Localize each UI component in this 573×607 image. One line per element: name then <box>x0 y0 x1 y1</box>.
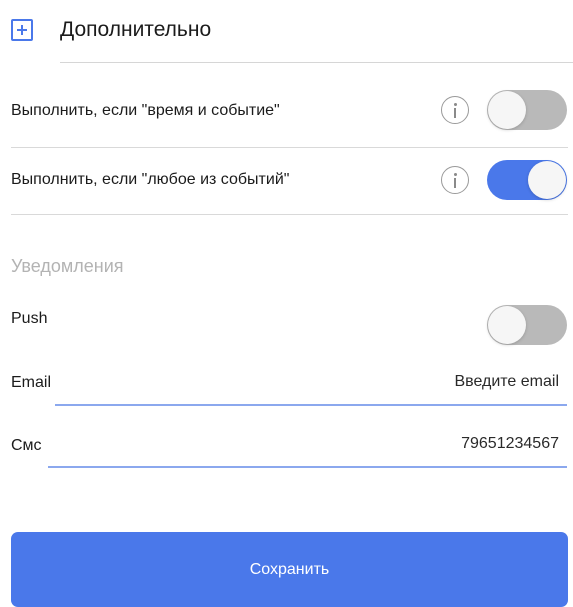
option-any-event-label: Выполнить, если "любое из событий" <box>11 171 290 188</box>
option-any-event-toggle[interactable] <box>487 160 567 200</box>
push-toggle[interactable] <box>487 305 567 345</box>
row-divider <box>11 147 568 148</box>
toggle-knob <box>488 91 526 129</box>
save-button-label: Сохранить <box>249 560 330 578</box>
expand-plus-icon[interactable] <box>11 19 33 41</box>
push-label: Push <box>11 310 48 327</box>
toggle-knob <box>488 306 526 344</box>
header-divider <box>60 62 573 63</box>
info-icon[interactable] <box>441 96 469 124</box>
notifications-section-title: Уведомления <box>11 256 124 276</box>
email-input[interactable]: Введите email <box>454 372 559 392</box>
info-icon[interactable] <box>441 166 469 194</box>
sms-label: Смс <box>11 437 42 454</box>
option-time-and-event-toggle[interactable] <box>487 90 567 130</box>
toggle-knob <box>528 161 566 199</box>
sms-input[interactable]: 79651234567 <box>461 434 559 454</box>
sms-field-underline <box>48 466 567 468</box>
email-field-underline <box>55 404 567 406</box>
row-divider <box>11 214 568 215</box>
option-time-and-event-label: Выполнить, если "время и событие" <box>11 102 280 119</box>
email-label: Email <box>11 374 52 391</box>
section-header-title: Дополнительно <box>60 18 212 41</box>
save-button[interactable]: Сохранить <box>11 532 568 607</box>
